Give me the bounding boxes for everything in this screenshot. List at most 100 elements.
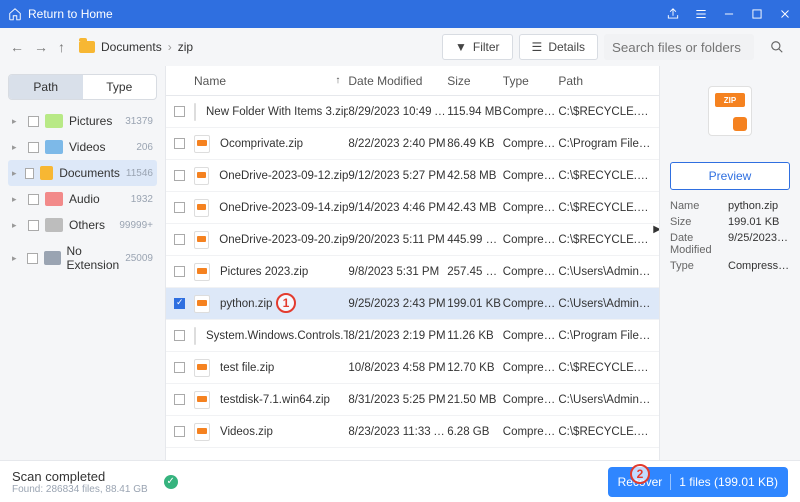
- breadcrumb[interactable]: Documents › zip: [79, 40, 436, 54]
- col-type[interactable]: Type: [503, 74, 559, 88]
- filter-button[interactable]: ▼ Filter: [442, 34, 513, 60]
- category-checkbox[interactable]: [28, 142, 39, 153]
- recover-button[interactable]: Recover 1 files (199.01 KB): [608, 467, 788, 497]
- col-size[interactable]: Size: [447, 74, 503, 88]
- sidebar-item-pictures[interactable]: ▸ Pictures 31379: [8, 108, 157, 134]
- file-path: C:\$RECYCLE.BIN: [558, 170, 651, 182]
- file-path: C:\$RECYCLE.BIN: [558, 106, 651, 118]
- breadcrumb-item[interactable]: zip: [178, 40, 193, 54]
- table-row[interactable]: OneDrive-2023-09-20.zip 9/20/2023 5:11 P…: [166, 224, 659, 256]
- share-icon[interactable]: [666, 7, 680, 21]
- row-checkbox[interactable]: [174, 106, 185, 117]
- meta-row: TypeCompressed (z...: [670, 260, 790, 272]
- col-name[interactable]: Name: [194, 74, 226, 88]
- category-checkbox[interactable]: [27, 253, 37, 264]
- zip-file-icon: [194, 327, 196, 345]
- row-checkbox[interactable]: [174, 362, 185, 373]
- sidebar-item-documents[interactable]: ▸ Documents 11546: [8, 160, 157, 186]
- file-path: C:\Users\Adminis...: [558, 394, 651, 406]
- file-type: Compress...: [503, 330, 559, 342]
- row-checkbox[interactable]: [174, 426, 185, 437]
- file-size: 12.70 KB: [447, 362, 503, 374]
- row-checkbox[interactable]: [174, 202, 185, 213]
- tab-path[interactable]: Path: [9, 75, 83, 99]
- file-name: OneDrive-2023-09-12.zip: [219, 170, 348, 182]
- footer: Scan completed Found: 286834 files, 88.4…: [0, 460, 800, 502]
- search-icon[interactable]: [764, 34, 790, 60]
- table-row[interactable]: Ocomprivate.zip 8/22/2023 2:40 PM 86.49 …: [166, 128, 659, 160]
- minimize-icon[interactable]: [722, 7, 736, 21]
- search-input[interactable]: [604, 34, 754, 60]
- details-label: Details: [548, 40, 585, 54]
- sidebar-item-no-extension[interactable]: ▸ No Extension 25009: [8, 238, 157, 278]
- folder-icon: [79, 41, 95, 53]
- table-row[interactable]: System.Windows.Controls.Themin... 8/21/2…: [166, 320, 659, 352]
- table-row[interactable]: Pictures 2023.zip 9/8/2023 5:31 PM 257.4…: [166, 256, 659, 288]
- nav-up-icon[interactable]: ↑: [58, 39, 65, 55]
- return-home-button[interactable]: Return to Home: [8, 7, 113, 21]
- expand-handle-icon[interactable]: ▶: [653, 224, 660, 235]
- table-row[interactable]: Videos.zip 8/23/2023 11:33 AM 6.28 GB Co…: [166, 416, 659, 448]
- row-checkbox[interactable]: [174, 138, 185, 149]
- zip-file-icon: [194, 103, 196, 121]
- sidebar-item-videos[interactable]: ▸ Videos 206: [8, 134, 157, 160]
- category-checkbox[interactable]: [28, 220, 39, 231]
- file-size: 115.94 MB: [447, 106, 503, 118]
- preview-button[interactable]: Preview: [670, 162, 790, 190]
- success-check-icon: ✓: [164, 475, 178, 489]
- category-checkbox[interactable]: [28, 194, 39, 205]
- row-checkbox[interactable]: [174, 170, 185, 181]
- tab-type[interactable]: Type: [83, 75, 157, 99]
- file-path: C:\$RECYCLE.BIN: [558, 202, 651, 214]
- chevron-right-icon: ▸: [12, 142, 22, 153]
- close-icon[interactable]: [778, 7, 792, 21]
- row-checkbox[interactable]: [174, 394, 185, 405]
- file-path: C:\Users\Adminis...: [558, 266, 651, 278]
- sidebar-item-others[interactable]: ▸ Others 99999+: [8, 212, 157, 238]
- nav-forward-icon[interactable]: →: [34, 39, 48, 55]
- category-checkbox[interactable]: [25, 168, 34, 179]
- row-checkbox[interactable]: [174, 330, 185, 341]
- meta-key: Size: [670, 216, 728, 228]
- pic-thumb-icon: [45, 114, 63, 128]
- file-size: 199.01 KB: [447, 298, 503, 310]
- category-count: 25009: [125, 253, 153, 264]
- table-row[interactable]: testdisk-7.1.win64.zip 8/31/2023 5:25 PM…: [166, 384, 659, 416]
- file-path: C:\Program Files\...: [558, 138, 651, 150]
- meta-value: 9/25/2023 2:43...: [728, 232, 790, 256]
- row-checkbox[interactable]: [174, 298, 185, 309]
- category-count: 99999+: [119, 220, 153, 231]
- breadcrumb-item[interactable]: Documents: [101, 40, 162, 54]
- table-row[interactable]: python.zip 9/25/2023 2:43 PM 199.01 KB C…: [166, 288, 659, 320]
- category-checkbox[interactable]: [28, 116, 39, 127]
- status-title: Scan completed: [12, 469, 148, 484]
- file-path: C:\Users\Adminis...: [558, 298, 651, 310]
- home-icon: [8, 7, 22, 21]
- aud-thumb-icon: [45, 192, 63, 206]
- zip-file-icon: [194, 263, 210, 281]
- details-button[interactable]: ☰ Details: [519, 34, 598, 60]
- table-row[interactable]: New Folder With Items 3.zip 8/29/2023 10…: [166, 96, 659, 128]
- maximize-icon[interactable]: [750, 7, 764, 21]
- category-count: 206: [136, 142, 153, 153]
- menu-icon[interactable]: [694, 7, 708, 21]
- table-row[interactable]: test file.zip 10/8/2023 4:58 PM 12.70 KB…: [166, 352, 659, 384]
- zip-file-icon: [194, 135, 210, 153]
- recover-info: 1 files (199.01 KB): [679, 475, 778, 489]
- row-checkbox[interactable]: [174, 266, 185, 277]
- file-size: 42.58 MB: [447, 170, 503, 182]
- col-path[interactable]: Path: [558, 74, 651, 88]
- sort-asc-icon[interactable]: ↑: [335, 75, 340, 86]
- file-size: 257.45 MB: [447, 266, 503, 278]
- row-checkbox[interactable]: [174, 234, 185, 245]
- file-type: Compress...: [503, 138, 559, 150]
- file-size: 86.49 KB: [447, 138, 503, 150]
- nav-back-icon[interactable]: ←: [10, 39, 24, 55]
- file-type: Compress...: [503, 394, 559, 406]
- sidebar-item-audio[interactable]: ▸ Audio 1932: [8, 186, 157, 212]
- table-row[interactable]: OneDrive-2023-09-12.zip 9/12/2023 5:27 P…: [166, 160, 659, 192]
- col-date[interactable]: Date Modified: [348, 74, 447, 88]
- table-row[interactable]: OneDrive-2023-09-14.zip 9/14/2023 4:46 P…: [166, 192, 659, 224]
- category-label: Videos: [69, 140, 130, 154]
- meta-row: Date Modified9/25/2023 2:43...: [670, 232, 790, 256]
